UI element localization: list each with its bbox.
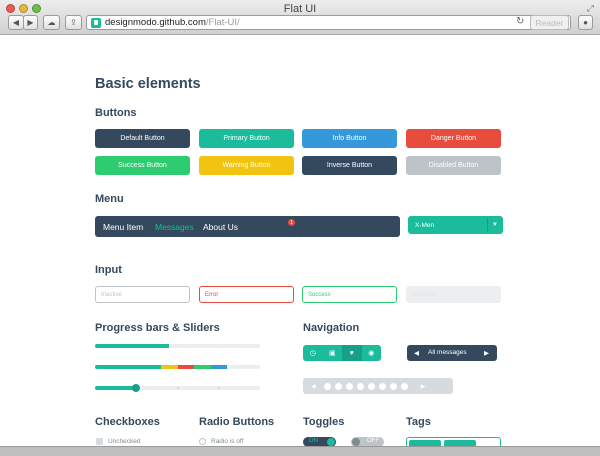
pagination: ◀ ▶ (303, 378, 453, 394)
checkbox-unchecked[interactable] (96, 438, 103, 445)
section-title-tags: Tags (406, 416, 431, 428)
reload-icon[interactable]: ↻ (516, 16, 524, 27)
inverse-button[interactable]: Inverse Button (302, 156, 397, 175)
danger-button[interactable]: Danger Button (406, 129, 501, 148)
share-icon[interactable]: ⇪ (65, 15, 82, 30)
progress-segment (210, 365, 227, 369)
slider-fill (95, 386, 137, 390)
url-path: /Flat-UI/ (205, 17, 240, 28)
input-error[interactable]: Error (199, 286, 294, 303)
progress-bar (95, 344, 260, 348)
radio-label: Radio is off (211, 438, 244, 445)
eye-icon[interactable]: ◉ (362, 345, 382, 361)
slider-track[interactable] (95, 384, 260, 392)
toggle-off-label: OFF (367, 438, 379, 444)
progress-segment (95, 365, 161, 369)
page-title: Basic elements (95, 76, 201, 92)
section-title-radio: Radio Buttons (199, 416, 275, 428)
primary-button[interactable]: Primary Button (199, 129, 294, 148)
pager-label: All messages (428, 349, 467, 356)
progress-segment (177, 365, 194, 369)
default-button[interactable]: Default Button (95, 129, 190, 148)
input-inactive[interactable]: Inactive (95, 286, 190, 303)
menu-item[interactable]: Menu Item (103, 222, 143, 232)
slider-tick (177, 387, 179, 389)
menu-item-about[interactable]: About Us (203, 222, 238, 232)
fullscreen-icon[interactable]: ⤢ (587, 3, 594, 14)
toggle-on-label: ON (309, 438, 318, 444)
info-button[interactable]: Info Button (302, 129, 397, 148)
progress-segment (161, 365, 178, 369)
url-host: designmodo.github.com (105, 17, 206, 28)
forward-button[interactable]: ▶ (23, 15, 38, 30)
pagination-dot[interactable] (356, 382, 364, 390)
input-success[interactable]: Success (302, 286, 397, 303)
progress-segment (194, 365, 211, 369)
window-bottom-edge (0, 446, 600, 456)
pagination-next-icon[interactable]: ▶ (421, 383, 426, 390)
success-button[interactable]: Success Button (95, 156, 190, 175)
caret-down-icon: ▼ (492, 222, 498, 228)
input-disabled: Disabled (406, 286, 501, 303)
toggle-knob (327, 438, 335, 446)
favicon-icon (91, 17, 101, 28)
checkbox-label: Unchecked (108, 438, 141, 445)
slider-handle[interactable] (132, 384, 141, 392)
toggle-knob (352, 438, 360, 446)
section-title-checkboxes: Checkboxes (95, 416, 160, 428)
section-title-toggles: Toggles (303, 416, 345, 428)
pagination-dot[interactable] (389, 382, 397, 390)
section-title-progress: Progress bars & Sliders (95, 322, 220, 334)
section-title-menu: Menu (95, 193, 124, 205)
reader-button[interactable]: Reader (530, 15, 569, 30)
pagination-dot[interactable] (367, 382, 375, 390)
clock-icon[interactable]: ◷ (303, 345, 323, 361)
select-value: X-Men (415, 222, 435, 229)
pagination-dot[interactable] (323, 382, 331, 390)
slider-tick (218, 387, 220, 389)
icloud-icon[interactable]: ☁ (43, 15, 60, 30)
downloads-icon[interactable]: ● (578, 15, 593, 30)
section-title-navigation: Navigation (303, 322, 360, 334)
pagination-dot[interactable] (378, 382, 386, 390)
heart-icon[interactable]: ♥ (342, 345, 362, 361)
pager: ◀ All messages ▶ (407, 345, 497, 361)
browser-toolbar: Flat UI ⤢ ◀ ▶ ☁ ⇪ designmodo.github.com /… (0, 0, 600, 35)
window-title: Flat UI (283, 3, 317, 15)
menu-item-messages[interactable]: Messages (155, 222, 194, 232)
camera-icon[interactable]: ▣ (323, 345, 343, 361)
disabled-button: Disabled Button (406, 156, 501, 175)
pagination-dot[interactable] (345, 382, 353, 390)
notification-badge: 1 (288, 219, 295, 226)
pagination-dot[interactable] (334, 382, 342, 390)
progress-bar-multi (95, 365, 260, 369)
pager-prev-icon[interactable]: ◀ (414, 349, 419, 357)
progress-fill (95, 344, 170, 348)
pager-next-icon[interactable]: ▶ (484, 349, 489, 357)
section-title-input: Input (95, 264, 122, 276)
select-divider (487, 218, 488, 232)
warning-button[interactable]: Warning Button (199, 156, 294, 175)
icon-button-group: ◷ ▣ ♥ ◉ (303, 345, 381, 361)
pagination-prev-icon[interactable]: ◀ (311, 383, 316, 390)
select-dropdown[interactable]: X-Men ▼ (408, 216, 503, 234)
navbar-menu: Menu Item Messages 1 About Us (95, 216, 400, 237)
section-title-buttons: Buttons (95, 107, 137, 119)
pagination-dot[interactable] (400, 382, 408, 390)
back-button[interactable]: ◀ (8, 15, 24, 30)
address-bar[interactable]: designmodo.github.com/Flat-UI/ (86, 15, 571, 30)
radio-off[interactable] (199, 438, 206, 445)
